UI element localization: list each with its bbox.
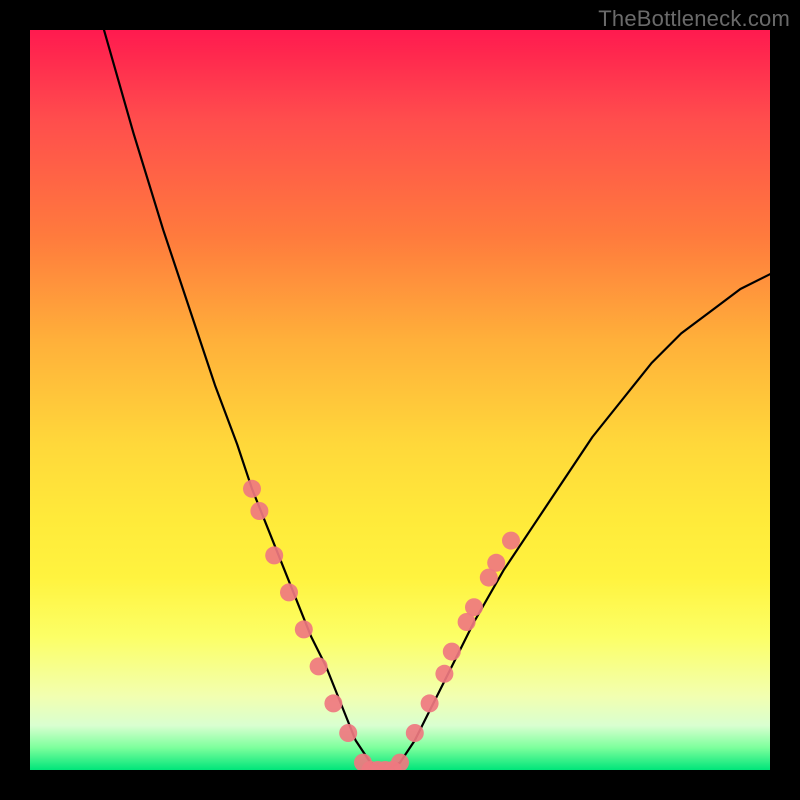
marker-dot bbox=[502, 532, 520, 550]
marker-dot bbox=[421, 694, 439, 712]
watermark-text: TheBottleneck.com bbox=[598, 6, 790, 32]
marker-dot bbox=[391, 754, 409, 770]
marker-dot bbox=[243, 480, 261, 498]
marker-dot bbox=[280, 583, 298, 601]
marker-dot bbox=[250, 502, 268, 520]
bottleneck-curve bbox=[104, 30, 770, 770]
marker-dot bbox=[324, 694, 342, 712]
plot-area bbox=[30, 30, 770, 770]
marker-dot bbox=[310, 657, 328, 675]
outer-frame: TheBottleneck.com bbox=[0, 0, 800, 800]
marker-dot bbox=[406, 724, 424, 742]
marker-dot bbox=[443, 643, 461, 661]
marker-dot bbox=[435, 665, 453, 683]
marker-dot bbox=[295, 620, 313, 638]
marker-dot bbox=[265, 546, 283, 564]
chart-svg bbox=[30, 30, 770, 770]
marker-dot bbox=[339, 724, 357, 742]
marker-dots bbox=[243, 480, 520, 770]
marker-dot bbox=[487, 554, 505, 572]
marker-dot bbox=[465, 598, 483, 616]
